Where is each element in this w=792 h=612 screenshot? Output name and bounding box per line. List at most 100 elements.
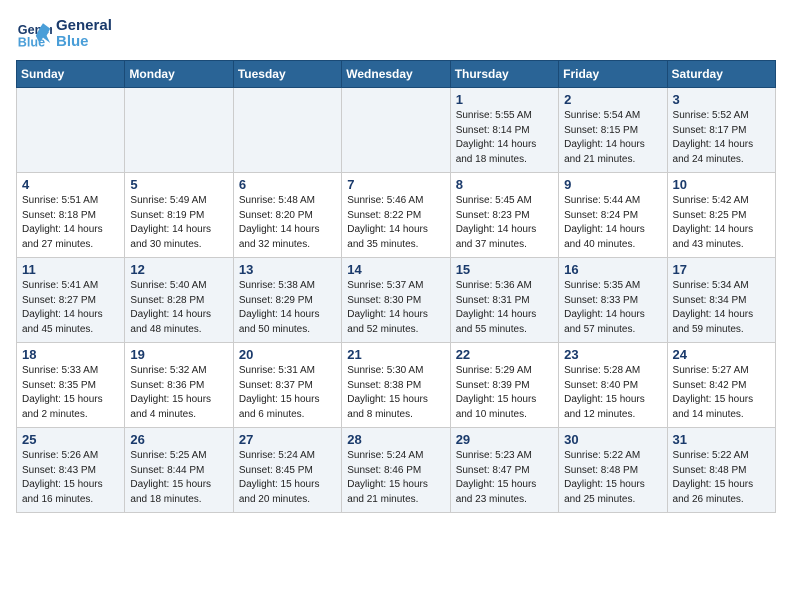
calendar-cell: 16 Sunrise: 5:35 AMSunset: 8:33 PMDayligh… — [559, 258, 667, 343]
day-info: Sunrise: 5:33 AMSunset: 8:35 PMDaylight:… — [22, 364, 119, 422]
day-number: 16 — [564, 262, 661, 277]
calendar-cell: 25 Sunrise: 5:26 AMSunset: 8:43 PMDayligh… — [17, 428, 125, 513]
calendar-cell: 1Sunrise: 5:55 AMSunset: 8:14 PMDaylight… — [450, 88, 558, 173]
calendar-cell: 28 Sunrise: 5:24 AMSunset: 8:46 PMDayligh… — [342, 428, 450, 513]
calendar-cell: 3 Sunrise: 5:52 AMSunset: 8:17 PMDaylight… — [667, 88, 775, 173]
day-number: 24 — [673, 347, 770, 362]
day-info: Sunrise: 5:52 AMSunset: 8:17 PMDaylight:… — [673, 109, 770, 167]
column-header-sunday: Sunday — [17, 61, 125, 88]
calendar-cell — [17, 88, 125, 173]
calendar-table: SundayMondayTuesdayWednesdayThursdayFrid… — [16, 60, 776, 513]
calendar-cell — [125, 88, 233, 173]
calendar-cell: 17 Sunrise: 5:34 AMSunset: 8:34 PMDayligh… — [667, 258, 775, 343]
day-number: 25 — [22, 432, 119, 447]
calendar-header: SundayMondayTuesdayWednesdayThursdayFrid… — [17, 61, 776, 88]
calendar-cell — [342, 88, 450, 173]
day-info: Sunrise: 5:24 AMSunset: 8:45 PMDaylight:… — [239, 449, 336, 507]
day-number: 22 — [456, 347, 553, 362]
header-row: SundayMondayTuesdayWednesdayThursdayFrid… — [17, 61, 776, 88]
logo: General Blue General Blue — [16, 16, 112, 52]
day-number: 4 — [22, 177, 119, 192]
day-info: Sunrise: 5:25 AMSunset: 8:44 PMDaylight:… — [130, 449, 227, 507]
day-info: Sunrise: 5:42 AMSunset: 8:25 PMDaylight:… — [673, 194, 770, 252]
calendar-cell: 13Sunrise: 5:38 AMSunset: 8:29 PMDayligh… — [233, 258, 341, 343]
calendar-cell: 19 Sunrise: 5:32 AMSunset: 8:36 PMDayligh… — [125, 343, 233, 428]
day-info: Sunrise: 5:31 AMSunset: 8:37 PMDaylight:… — [239, 364, 336, 422]
day-number: 12 — [130, 262, 227, 277]
calendar-cell: 7 Sunrise: 5:46 AMSunset: 8:22 PMDaylight… — [342, 173, 450, 258]
day-number: 8 — [456, 177, 553, 192]
day-number: 9 — [564, 177, 661, 192]
day-info: Sunrise: 5:26 AMSunset: 8:43 PMDaylight:… — [22, 449, 119, 507]
logo-text-general: General — [56, 18, 112, 35]
day-number: 27 — [239, 432, 336, 447]
calendar-cell — [233, 88, 341, 173]
column-header-saturday: Saturday — [667, 61, 775, 88]
day-info: Sunrise: 5:49 AMSunset: 8:19 PMDaylight:… — [130, 194, 227, 252]
calendar-cell: 21Sunrise: 5:30 AMSunset: 8:38 PMDayligh… — [342, 343, 450, 428]
calendar-cell: 10Sunrise: 5:42 AMSunset: 8:25 PMDayligh… — [667, 173, 775, 258]
day-info: Sunrise: 5:22 AMSunset: 8:48 PMDaylight:… — [673, 449, 770, 507]
day-number: 28 — [347, 432, 444, 447]
day-info: Sunrise: 5:46 AMSunset: 8:22 PMDaylight:… — [347, 194, 444, 252]
day-info: Sunrise: 5:34 AMSunset: 8:34 PMDaylight:… — [673, 279, 770, 337]
calendar-cell: 27 Sunrise: 5:24 AMSunset: 8:45 PMDayligh… — [233, 428, 341, 513]
calendar-cell: 20 Sunrise: 5:31 AMSunset: 8:37 PMDayligh… — [233, 343, 341, 428]
day-number: 20 — [239, 347, 336, 362]
calendar-cell: 14Sunrise: 5:37 AMSunset: 8:30 PMDayligh… — [342, 258, 450, 343]
day-number: 29 — [456, 432, 553, 447]
week-row-2: 4 Sunrise: 5:51 AMSunset: 8:18 PMDaylight… — [17, 173, 776, 258]
day-number: 6 — [239, 177, 336, 192]
column-header-monday: Monday — [125, 61, 233, 88]
day-number: 31 — [673, 432, 770, 447]
column-header-friday: Friday — [559, 61, 667, 88]
calendar-cell: 22 Sunrise: 5:29 AMSunset: 8:39 PMDayligh… — [450, 343, 558, 428]
calendar-cell: 11 Sunrise: 5:41 AMSunset: 8:27 PMDayligh… — [17, 258, 125, 343]
day-info: Sunrise: 5:36 AMSunset: 8:31 PMDaylight:… — [456, 279, 553, 337]
calendar-cell: 29 Sunrise: 5:23 AMSunset: 8:47 PMDayligh… — [450, 428, 558, 513]
calendar-cell: 30 Sunrise: 5:22 AMSunset: 8:48 PMDayligh… — [559, 428, 667, 513]
week-row-4: 18Sunrise: 5:33 AMSunset: 8:35 PMDayligh… — [17, 343, 776, 428]
day-info: Sunrise: 5:24 AMSunset: 8:46 PMDaylight:… — [347, 449, 444, 507]
day-number: 15 — [456, 262, 553, 277]
day-number: 11 — [22, 262, 119, 277]
day-info: Sunrise: 5:54 AMSunset: 8:15 PMDaylight:… — [564, 109, 661, 167]
day-number: 2 — [564, 92, 661, 107]
day-number: 26 — [130, 432, 227, 447]
calendar-cell: 6Sunrise: 5:48 AMSunset: 8:20 PMDaylight… — [233, 173, 341, 258]
calendar-body: 1Sunrise: 5:55 AMSunset: 8:14 PMDaylight… — [17, 88, 776, 513]
day-number: 3 — [673, 92, 770, 107]
week-row-1: 1Sunrise: 5:55 AMSunset: 8:14 PMDaylight… — [17, 88, 776, 173]
calendar-cell: 23 Sunrise: 5:28 AMSunset: 8:40 PMDayligh… — [559, 343, 667, 428]
day-info: Sunrise: 5:40 AMSunset: 8:28 PMDaylight:… — [130, 279, 227, 337]
day-info: Sunrise: 5:35 AMSunset: 8:33 PMDaylight:… — [564, 279, 661, 337]
day-number: 5 — [130, 177, 227, 192]
day-info: Sunrise: 5:23 AMSunset: 8:47 PMDaylight:… — [456, 449, 553, 507]
day-info: Sunrise: 5:44 AMSunset: 8:24 PMDaylight:… — [564, 194, 661, 252]
calendar-cell: 15 Sunrise: 5:36 AMSunset: 8:31 PMDayligh… — [450, 258, 558, 343]
day-number: 13 — [239, 262, 336, 277]
day-info: Sunrise: 5:51 AMSunset: 8:18 PMDaylight:… — [22, 194, 119, 252]
day-info: Sunrise: 5:55 AMSunset: 8:14 PMDaylight:… — [456, 109, 553, 167]
day-info: Sunrise: 5:27 AMSunset: 8:42 PMDaylight:… — [673, 364, 770, 422]
day-info: Sunrise: 5:45 AMSunset: 8:23 PMDaylight:… — [456, 194, 553, 252]
calendar-cell: 18Sunrise: 5:33 AMSunset: 8:35 PMDayligh… — [17, 343, 125, 428]
calendar-cell: 5 Sunrise: 5:49 AMSunset: 8:19 PMDaylight… — [125, 173, 233, 258]
day-info: Sunrise: 5:28 AMSunset: 8:40 PMDaylight:… — [564, 364, 661, 422]
day-info: Sunrise: 5:41 AMSunset: 8:27 PMDaylight:… — [22, 279, 119, 337]
day-number: 7 — [347, 177, 444, 192]
day-number: 19 — [130, 347, 227, 362]
page-header: General Blue General Blue — [16, 16, 776, 52]
column-header-thursday: Thursday — [450, 61, 558, 88]
day-number: 17 — [673, 262, 770, 277]
day-info: Sunrise: 5:29 AMSunset: 8:39 PMDaylight:… — [456, 364, 553, 422]
day-info: Sunrise: 5:37 AMSunset: 8:30 PMDaylight:… — [347, 279, 444, 337]
day-info: Sunrise: 5:22 AMSunset: 8:48 PMDaylight:… — [564, 449, 661, 507]
day-number: 23 — [564, 347, 661, 362]
day-info: Sunrise: 5:32 AMSunset: 8:36 PMDaylight:… — [130, 364, 227, 422]
calendar-cell: 24 Sunrise: 5:27 AMSunset: 8:42 PMDayligh… — [667, 343, 775, 428]
day-number: 30 — [564, 432, 661, 447]
column-header-wednesday: Wednesday — [342, 61, 450, 88]
day-info: Sunrise: 5:30 AMSunset: 8:38 PMDaylight:… — [347, 364, 444, 422]
calendar-cell: 9 Sunrise: 5:44 AMSunset: 8:24 PMDaylight… — [559, 173, 667, 258]
